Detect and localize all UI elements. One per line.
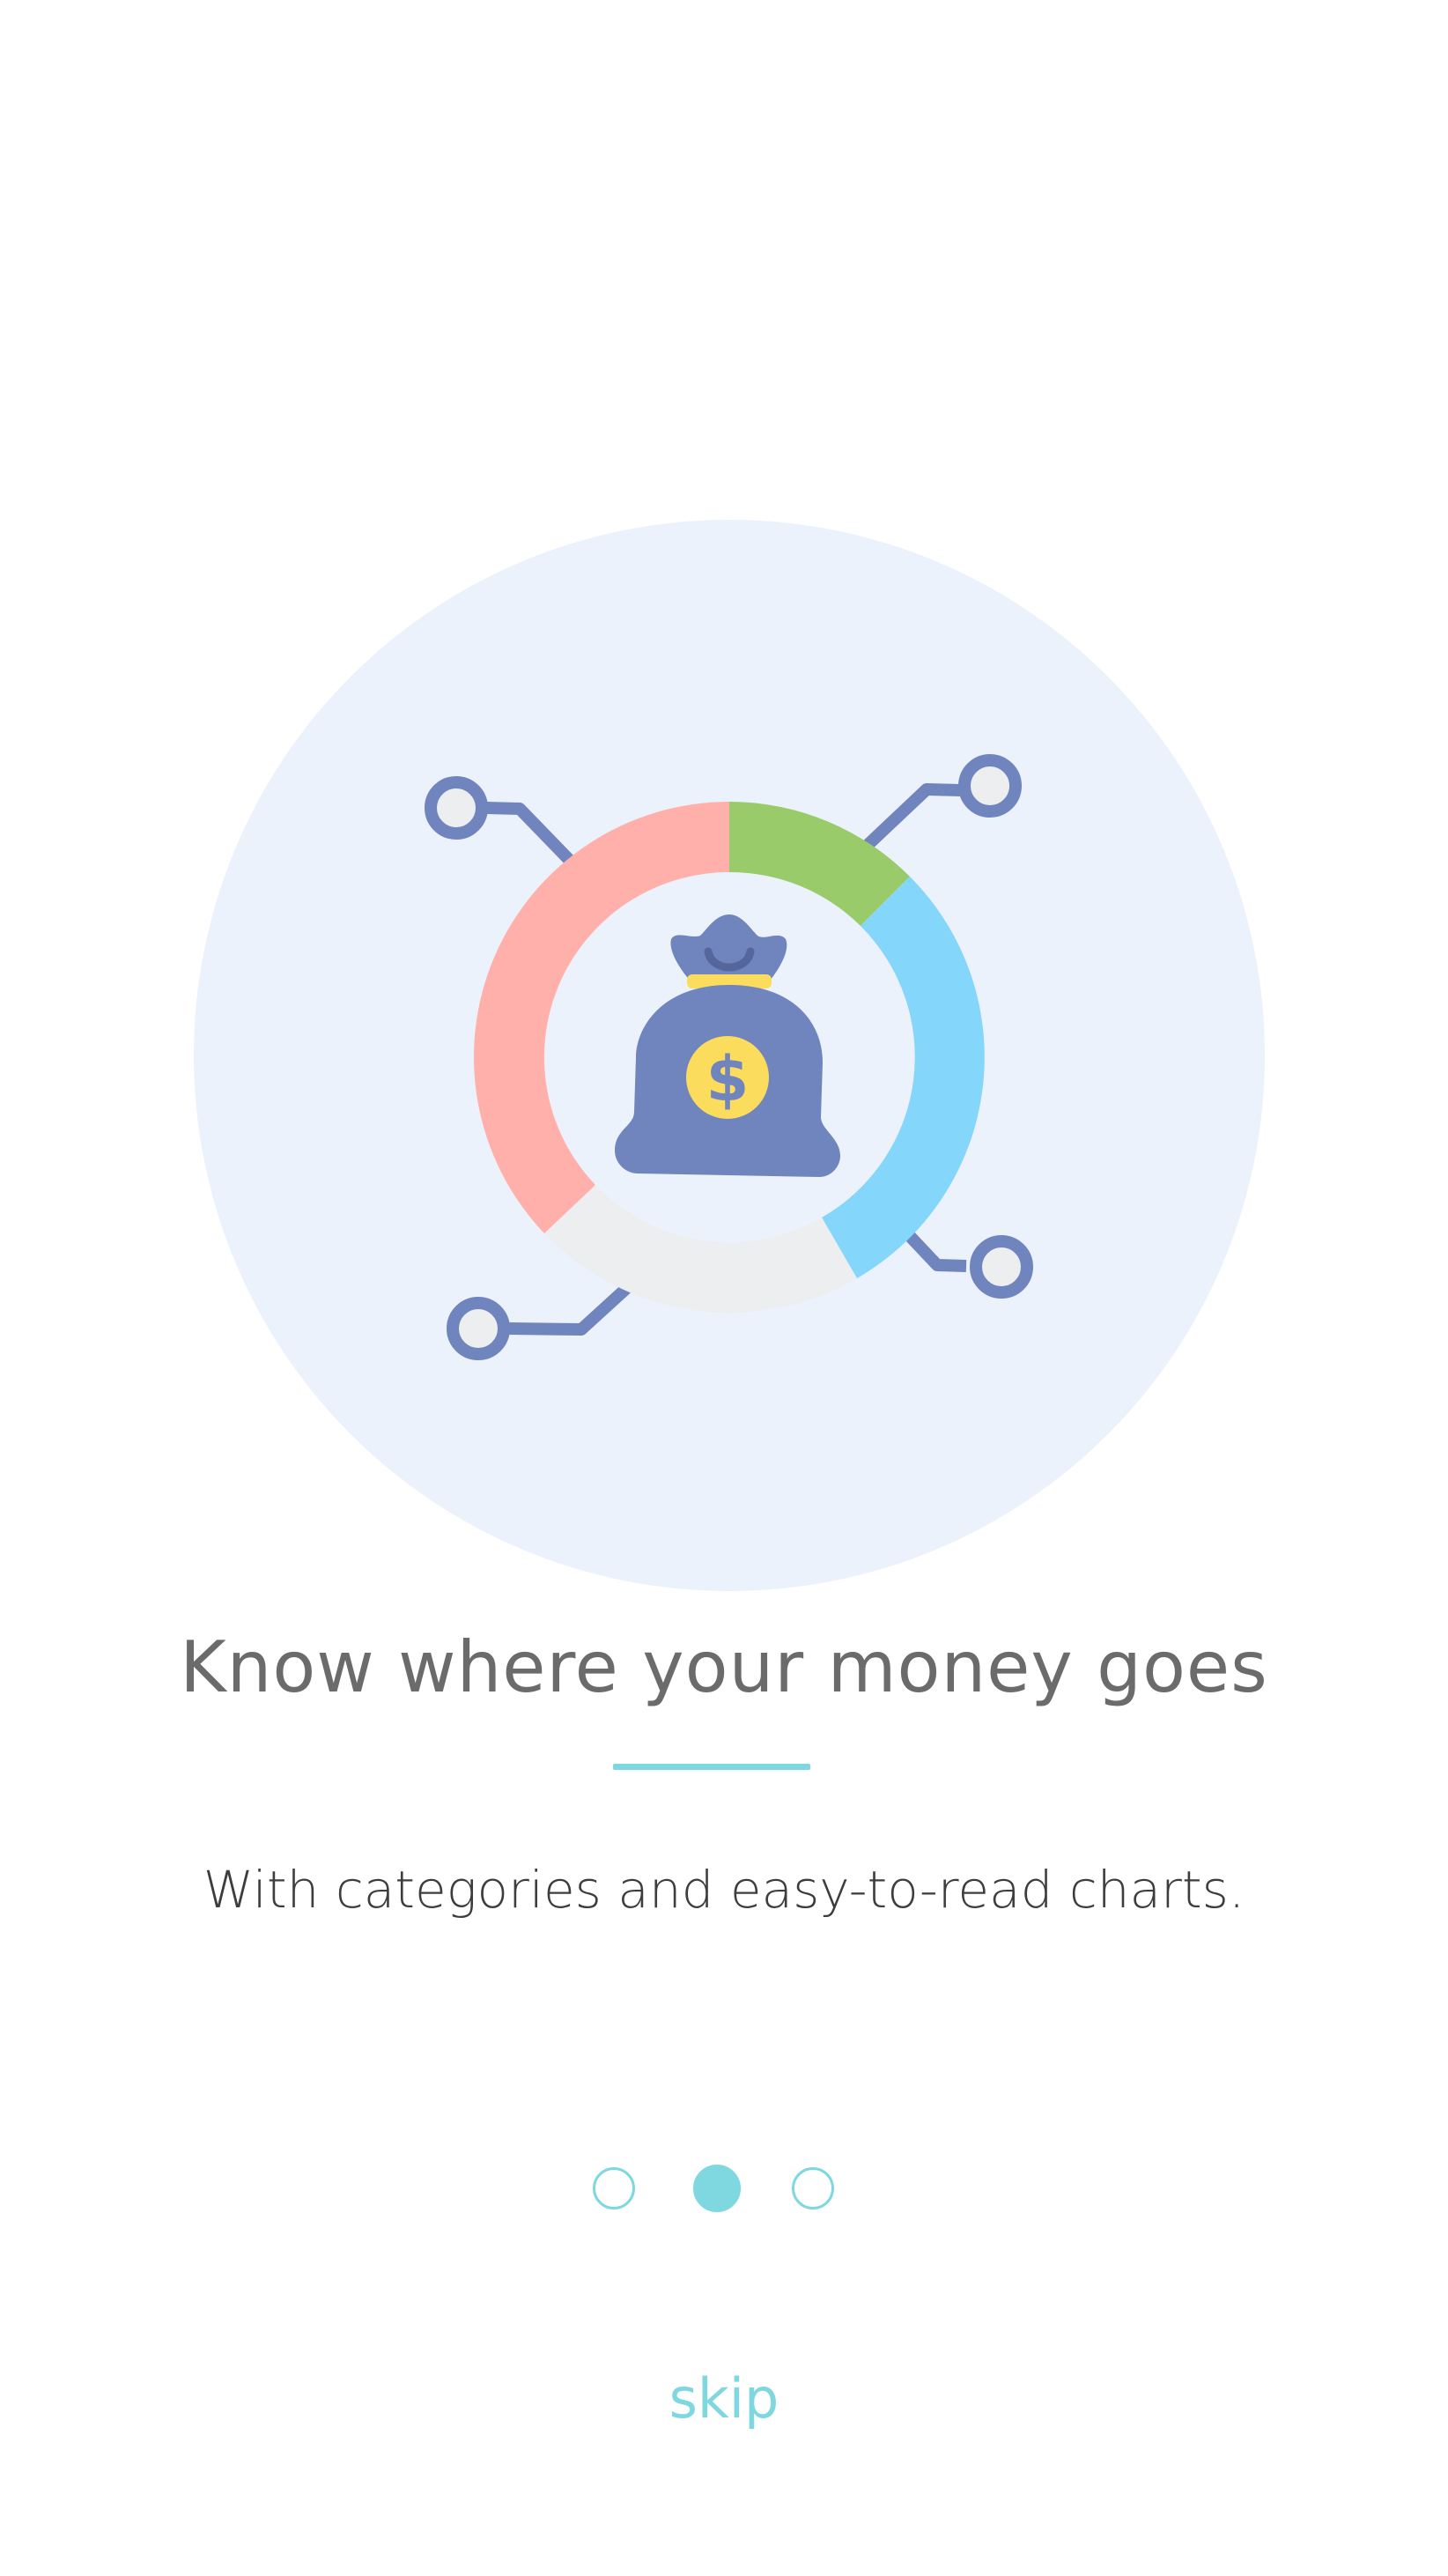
page-dot-2-active[interactable]	[693, 2165, 741, 2212]
onboarding-illustration: $	[194, 520, 1265, 1591]
svg-text:$: $	[706, 1043, 750, 1115]
skip-button[interactable]: skip	[0, 2359, 1448, 2439]
page-dot-1[interactable]	[593, 2167, 635, 2210]
title-divider	[613, 1764, 810, 1770]
page-indicator	[0, 2165, 1448, 2215]
page-title: Know where your money goes	[180, 1626, 1268, 1708]
page-subtitle: With categories and easy-to-read charts.	[203, 1860, 1245, 1920]
page-dot-3[interactable]	[792, 2167, 834, 2210]
